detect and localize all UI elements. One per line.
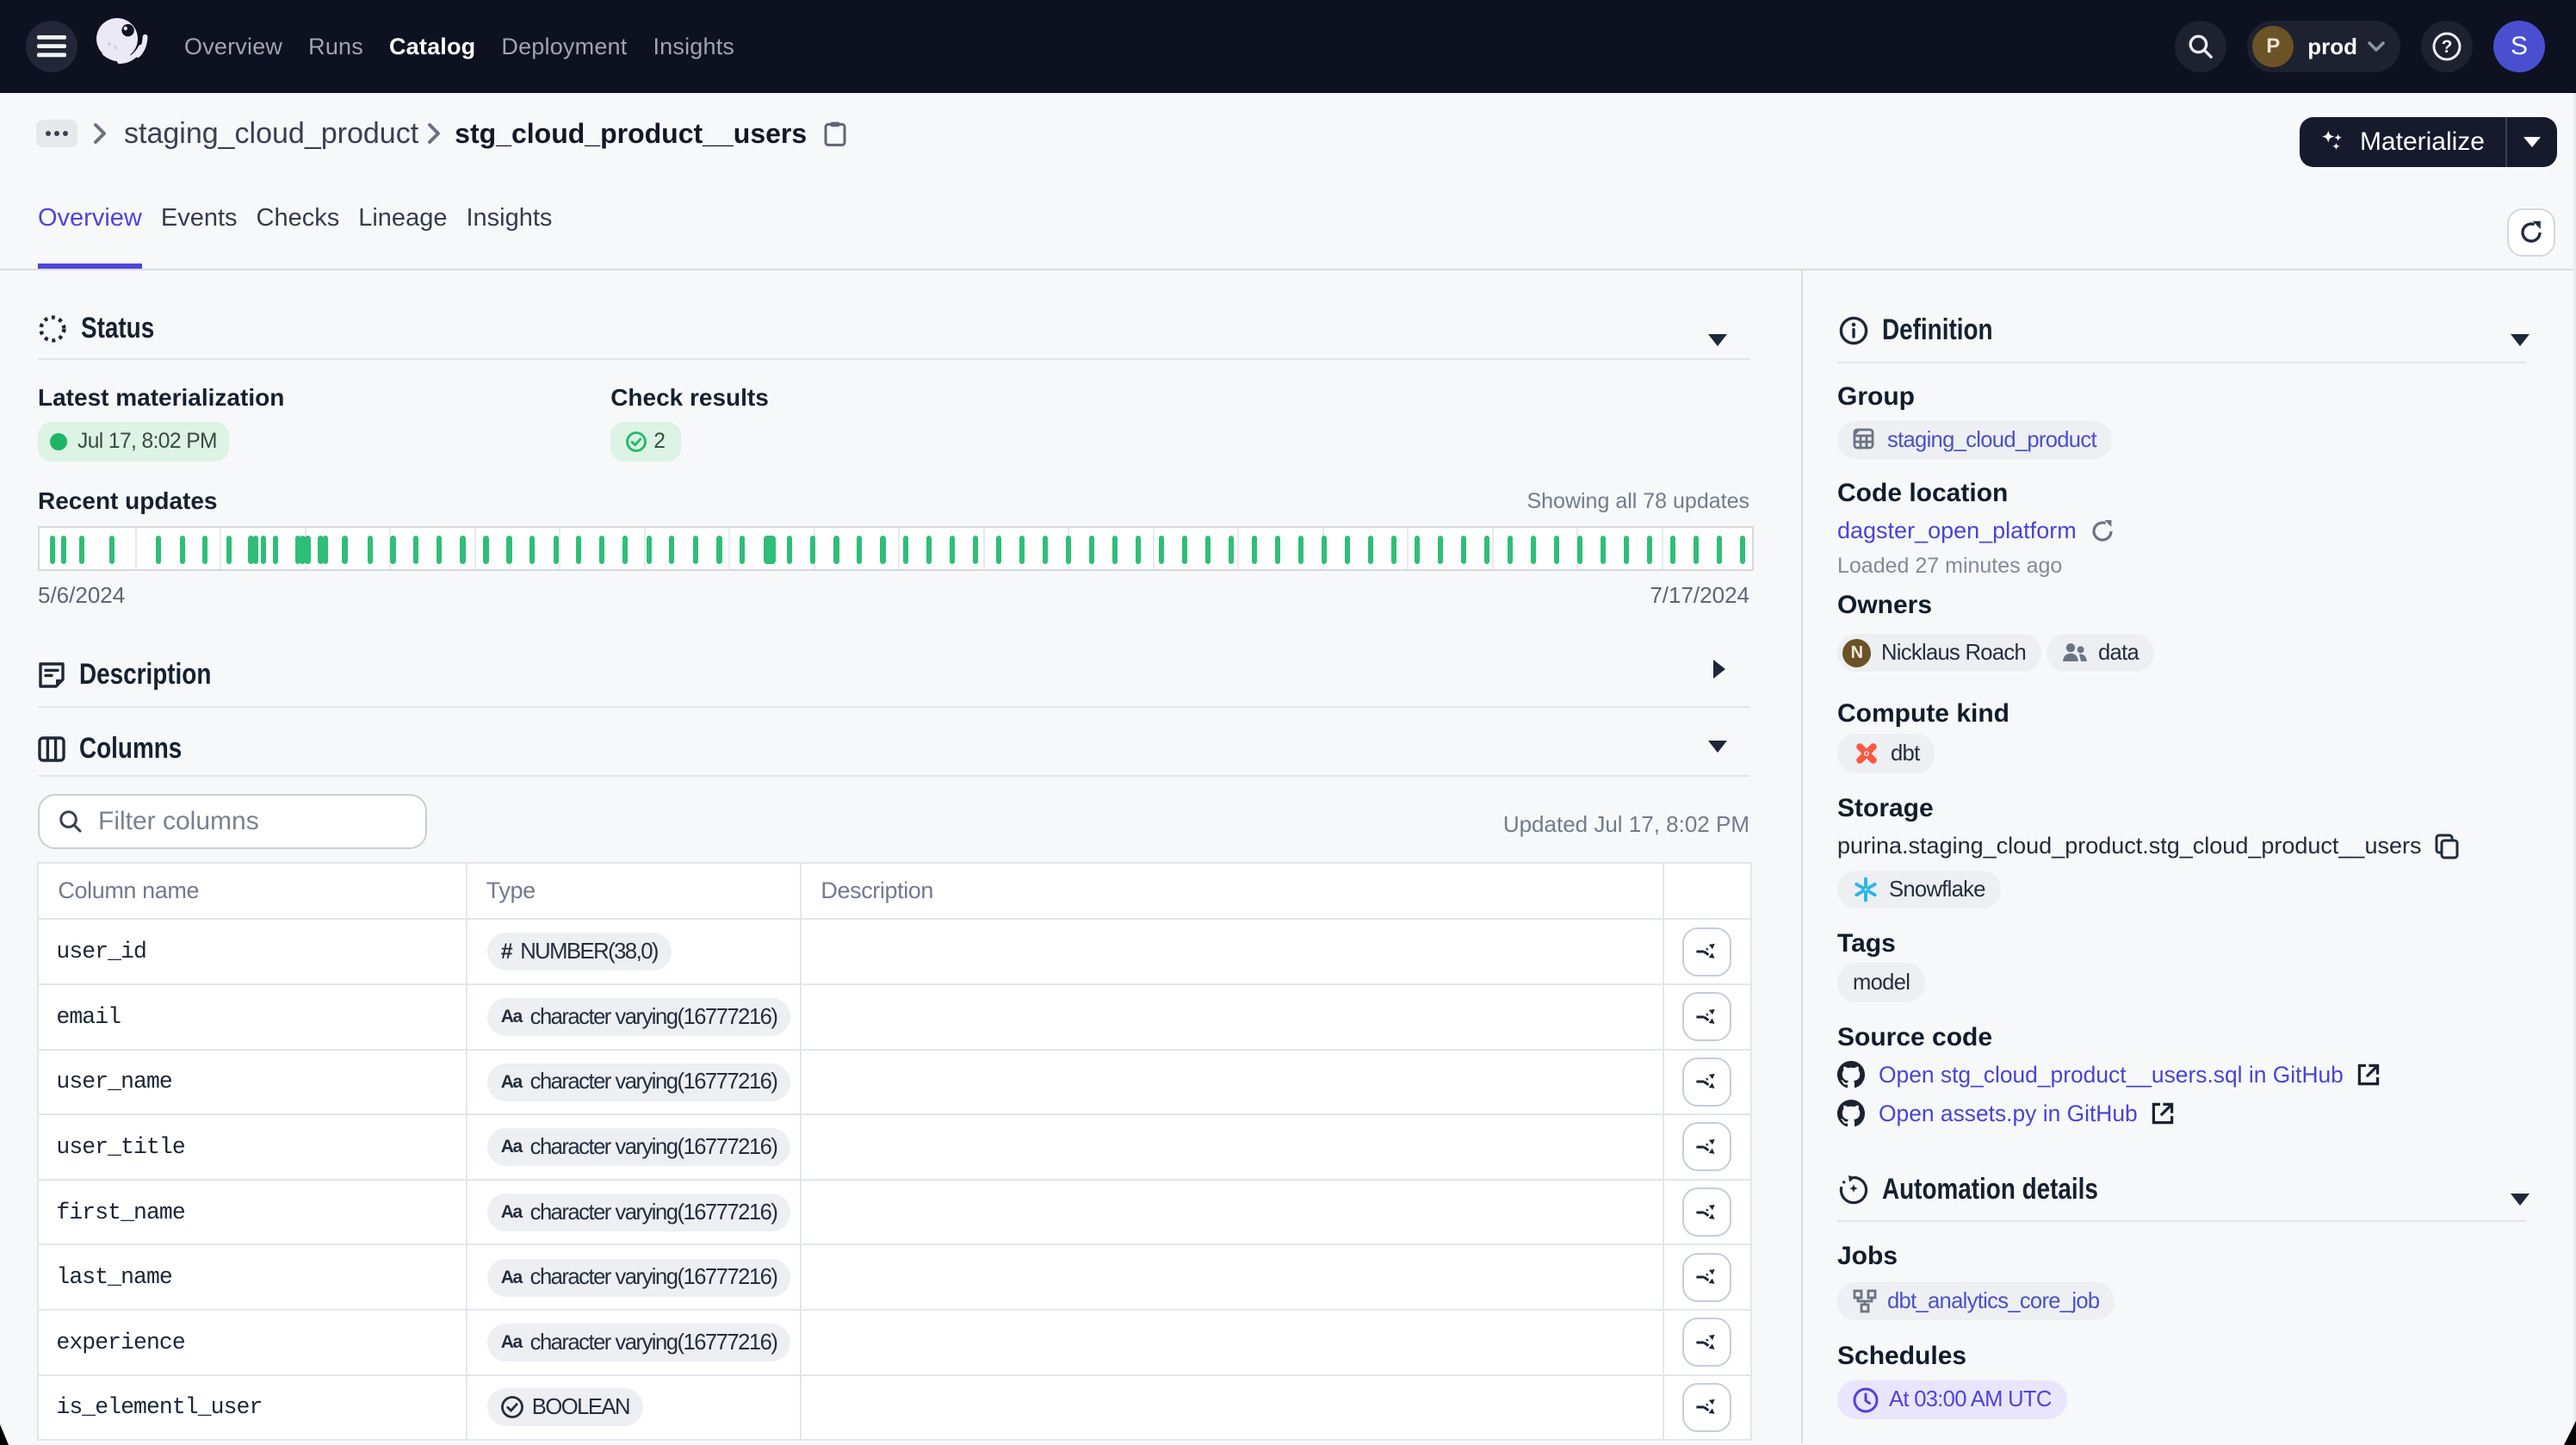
svg-text:?: ? [2442, 37, 2453, 57]
